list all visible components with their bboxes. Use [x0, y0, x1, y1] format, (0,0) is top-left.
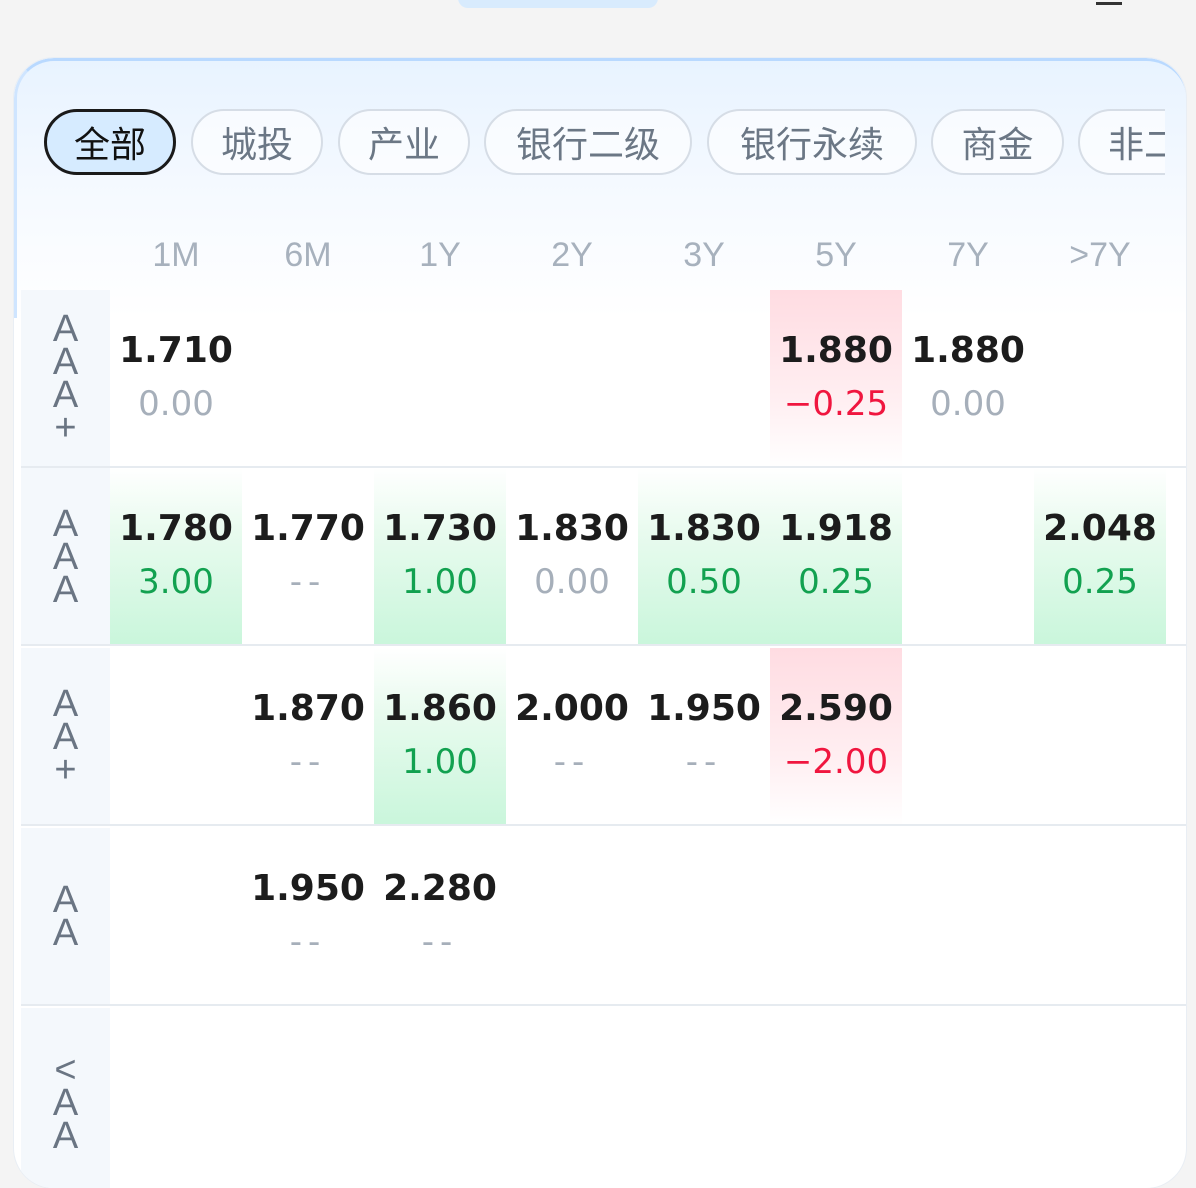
filter-chip-6[interactable]: 非二	[1078, 109, 1165, 175]
yield-change: 0.00	[138, 384, 214, 424]
yield-value: 1.880	[779, 330, 893, 371]
yield-value: 2.000	[515, 688, 629, 729]
row-divider	[21, 824, 1186, 826]
row-divider	[21, 644, 1186, 646]
yield-value: 1.950	[251, 868, 365, 909]
yield-value: 1.830	[515, 508, 629, 549]
filter-chip-4[interactable]: 银行永续	[707, 109, 917, 175]
yield-change: 0.25	[798, 562, 874, 602]
yield-change: --	[553, 742, 591, 782]
yield-cell[interactable]: 1.780 3.00	[110, 468, 242, 646]
yield-change: −0.25	[783, 384, 889, 424]
yield-value: 1.950	[647, 688, 761, 729]
rating-label[interactable]: AAA	[21, 468, 110, 646]
filter-chip-2[interactable]: 产业	[338, 109, 470, 175]
yield-cell[interactable]: 1.950 --	[638, 648, 770, 826]
yield-cell[interactable]: 1.730 1.00	[374, 468, 506, 646]
yield-cell[interactable]: 2.280 --	[374, 828, 506, 1006]
filter-chip-bar: 全部 城投 产业 银行二级 银行永续 商金 非二	[44, 109, 1165, 179]
yield-change: --	[289, 922, 327, 962]
yield-matrix-card: 全部 城投 产业 银行二级 银行永续 商金 非二 1M 6M 1Y 2Y 3Y 5Y 7Y >7Y AAA…	[14, 58, 1186, 1188]
yield-change: 0.25	[1062, 562, 1138, 602]
rating-label[interactable]: < A A	[21, 1008, 110, 1186]
yield-value: 2.590	[779, 688, 893, 729]
yield-value: 1.780	[119, 508, 233, 549]
rating-label-char: A	[52, 568, 79, 611]
yield-value: 1.860	[383, 688, 497, 729]
yield-value: 1.870	[251, 688, 365, 729]
yield-cell[interactable]: 2.590 −2.00	[770, 648, 902, 826]
rating-label-char: A	[52, 912, 79, 954]
yield-change: 3.00	[138, 562, 214, 602]
yield-change: 1.00	[402, 562, 478, 602]
yield-cell[interactable]: 1.870 --	[242, 648, 374, 826]
tenor-header-1Y[interactable]: 1Y	[374, 236, 506, 280]
yield-cell[interactable]: 1.880 −0.25	[770, 290, 902, 468]
yield-cell[interactable]: 1.830 0.50	[638, 468, 770, 646]
yield-cell[interactable]: 1.770 --	[242, 468, 374, 646]
filter-chip-0[interactable]: 全部	[44, 109, 176, 175]
row-divider	[21, 1004, 1186, 1006]
top-tab-indicator	[458, 0, 658, 8]
yield-cell[interactable]: 2.000 --	[506, 648, 638, 826]
yield-cell[interactable]: 1.710 0.00	[110, 290, 242, 468]
yield-value: 2.048	[1043, 508, 1157, 549]
tenor-header-2Y[interactable]: 2Y	[506, 236, 638, 280]
yield-change: --	[289, 742, 327, 782]
yield-change: 0.50	[666, 562, 742, 602]
filter-chip-3[interactable]: 银行二级	[484, 109, 692, 175]
yield-change: 1.00	[402, 742, 478, 782]
filter-chip-1[interactable]: 城投	[191, 109, 323, 175]
tenor-header-5Y[interactable]: 5Y	[770, 236, 902, 280]
menu-icon[interactable]	[1096, 0, 1122, 5]
yield-change: 0.00	[534, 562, 610, 602]
rating-label-char: A	[52, 1115, 79, 1157]
yield-value: 1.710	[119, 330, 233, 371]
rating-label-char: +	[54, 407, 77, 449]
yield-cell[interactable]: 1.860 1.00	[374, 648, 506, 826]
tenor-header-7Y[interactable]: 7Y	[902, 236, 1034, 280]
yield-value: 1.830	[647, 508, 761, 549]
yield-cell[interactable]: 1.950 --	[242, 828, 374, 1006]
yield-value: 1.918	[779, 508, 893, 549]
yield-change: −2.00	[783, 742, 889, 782]
tenor-header-3Y[interactable]: 3Y	[638, 236, 770, 280]
rating-label[interactable]: AA	[21, 828, 110, 1006]
rating-label-char: +	[54, 748, 77, 791]
yield-change: --	[685, 742, 723, 782]
yield-change: --	[289, 562, 327, 602]
yield-cell[interactable]: 2.048 0.25	[1034, 468, 1166, 646]
yield-value: 1.730	[383, 508, 497, 549]
yield-cell[interactable]: 1.830 0.00	[506, 468, 638, 646]
filter-chip-5[interactable]: 商金	[931, 109, 1064, 175]
rating-label[interactable]: A A +	[21, 648, 110, 826]
tenor-header-6M[interactable]: 6M	[242, 236, 374, 280]
tenor-header->7Y[interactable]: >7Y	[1034, 236, 1166, 280]
yield-cell[interactable]: 1.918 0.25	[770, 468, 902, 646]
yield-value: 1.880	[911, 330, 1025, 371]
rating-label[interactable]: A A A +	[21, 290, 110, 468]
tenor-header-1M[interactable]: 1M	[110, 236, 242, 280]
yield-cell[interactable]: 1.880 0.00	[902, 290, 1034, 468]
yield-change: --	[421, 922, 459, 962]
yield-change: 0.00	[930, 384, 1006, 424]
yield-value: 1.770	[251, 508, 365, 549]
yield-value: 2.280	[383, 868, 497, 909]
